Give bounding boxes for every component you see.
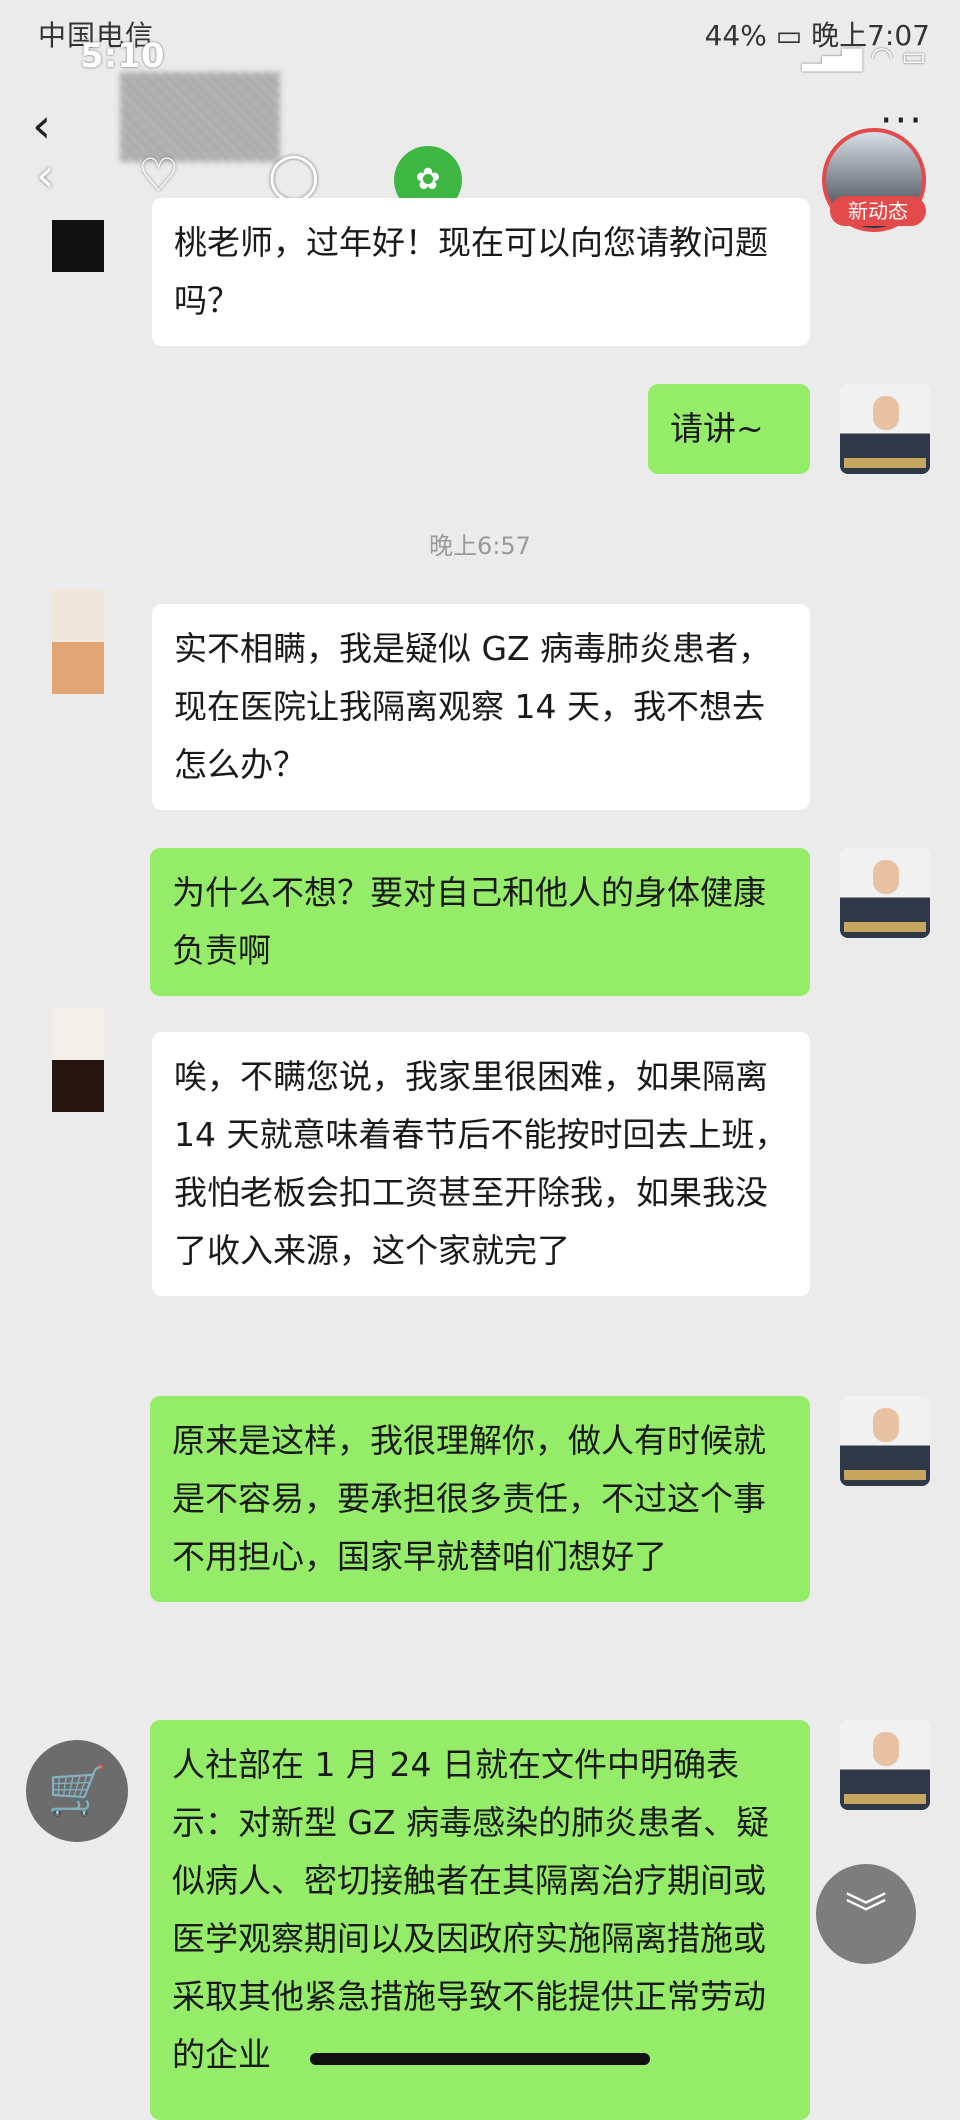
self-avatar[interactable] (840, 384, 930, 474)
message-bubble-incoming: 桃老师，过年好！现在可以向您请教问题吗？ (152, 198, 810, 346)
message-bubble-outgoing: 请讲~ (648, 384, 810, 474)
message-bubble-incoming: 唉，不瞒您说，我家里很困难，如果隔离 14 天就意味着春节后不能按时回去上班，我… (152, 1032, 810, 1296)
self-avatar[interactable] (840, 1396, 930, 1486)
battery-icon: ▭ (775, 19, 803, 52)
status-bar: 中国电信 5:10 44% ▭ 晚上7:07 ▂▄▆ ◠ ▭ (0, 0, 960, 76)
message-bubble-outgoing: 为什么不想？要对自己和他人的身体健康负责啊 (150, 848, 810, 996)
battery-percent: 44% (704, 19, 767, 52)
signal-wifi-battery-icons: ▂▄▆ ◠ ▭ (802, 42, 926, 72)
cart-icon[interactable]: 🛒 (26, 1740, 128, 1842)
home-indicator[interactable] (310, 2053, 650, 2065)
message-timestamp: 晚上6:57 (429, 532, 531, 560)
contact-avatar[interactable] (52, 1008, 104, 1112)
contact-avatar[interactable] (52, 220, 104, 272)
message-bubble-outgoing: 原来是这样，我很理解你，做人有时候就是不容易，要承担很多责任，不过这个事不用担心… (150, 1396, 810, 1602)
double-chevron-down-icon[interactable]: ︾ (816, 1864, 916, 1964)
self-avatar[interactable] (840, 848, 930, 938)
overlay-back-icon[interactable]: ‹ (36, 148, 54, 202)
comment-icon[interactable]: ◯ (268, 148, 319, 202)
overlay-clock: 5:10 (80, 36, 165, 76)
new-feed-badge[interactable]: 新动态 (830, 196, 926, 226)
heart-icon[interactable]: ♡ (138, 148, 179, 202)
self-avatar[interactable] (840, 1720, 930, 1810)
contact-avatar[interactable] (52, 590, 104, 694)
message-bubble-incoming: 实不相瞒，我是疑似 GZ 病毒肺炎患者，现在医院让我隔离观察 14 天，我不想去… (152, 604, 810, 810)
